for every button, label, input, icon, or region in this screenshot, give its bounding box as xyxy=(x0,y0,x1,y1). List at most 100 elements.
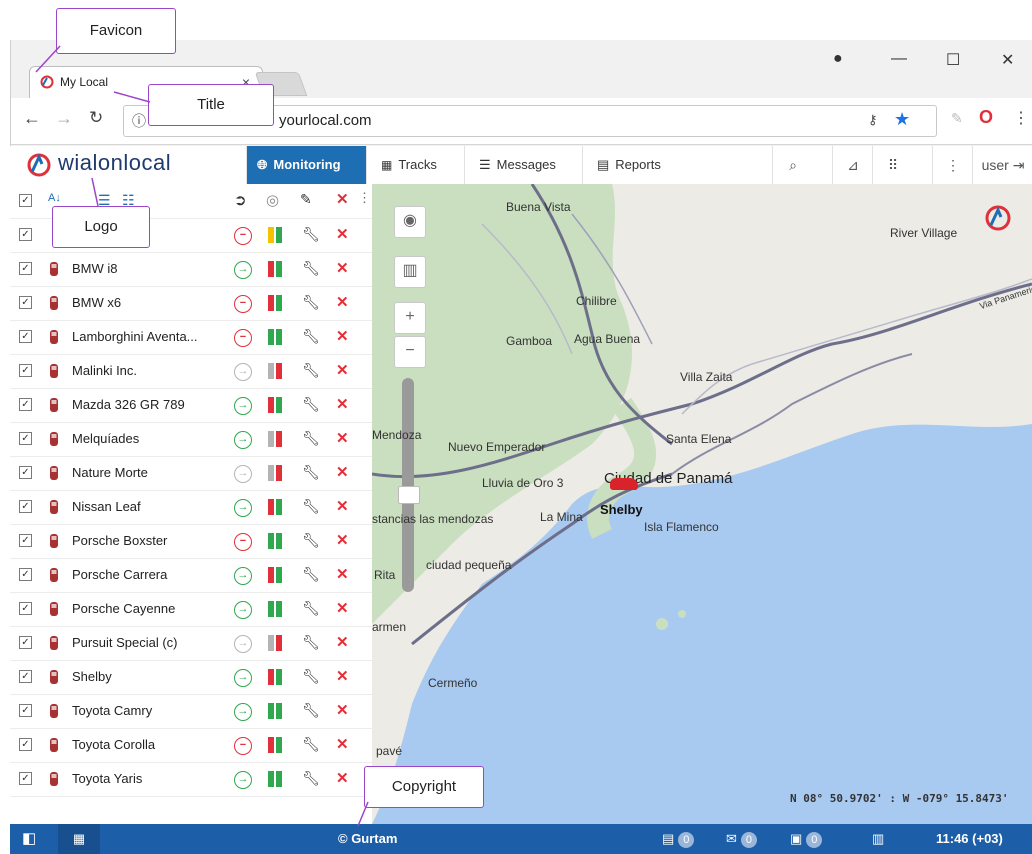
row-checkbox[interactable]: ✓ xyxy=(19,738,32,751)
table-row[interactable]: ✓ Nature Morte → 🔧︎ ✕ xyxy=(10,456,372,491)
profile-icon[interactable]: ● xyxy=(833,50,843,68)
wrench-icon[interactable]: 🔧︎ xyxy=(302,362,320,379)
layout-icon[interactable]: ▥ xyxy=(872,824,884,854)
delete-icon[interactable]: ✕ xyxy=(336,361,349,379)
delete-icon[interactable]: ✕ xyxy=(336,327,349,345)
apps-grid-icon[interactable]: ⠿ xyxy=(872,146,913,184)
wrench-icon[interactable]: 🔧︎ xyxy=(302,226,320,243)
table-row[interactable]: ✓ Toyota Corolla − 🔧︎ ✕ xyxy=(10,728,372,763)
panel-menu-icon[interactable]: ⋮ xyxy=(358,190,371,206)
table-row[interactable]: ✓ Mazda 326 GR 789 → 🔧︎ ✕ xyxy=(10,388,372,423)
logo[interactable]: wialonlocal xyxy=(16,150,241,180)
more-icon[interactable]: ⋮ xyxy=(932,146,973,184)
opera-icon[interactable]: O xyxy=(979,107,993,128)
zoom-out-button[interactable]: − xyxy=(394,336,426,368)
delete-icon[interactable]: ✕ xyxy=(336,497,349,515)
row-checkbox[interactable]: ✓ xyxy=(19,330,32,343)
wrench-icon[interactable]: 🔧︎ xyxy=(302,294,320,311)
table-row[interactable]: ✓ Porsche Cayenne → 🔧︎ ✕ xyxy=(10,592,372,627)
wrench-icon[interactable]: 🔧︎ xyxy=(302,498,320,515)
table-row[interactable]: ✓ Nissan Leaf → 🔧︎ ✕ xyxy=(10,490,372,525)
info-icon[interactable]: ⓘ xyxy=(132,111,146,131)
table-row[interactable]: ✓ Toyota Camry → 🔧︎ ✕ xyxy=(10,694,372,729)
user-menu[interactable]: user ⇥ xyxy=(972,146,1032,184)
table-row[interactable]: ✓ BMW x6 − 🔧︎ ✕ xyxy=(10,286,372,321)
delete-icon[interactable]: ✕ xyxy=(336,225,349,243)
row-checkbox[interactable]: ✓ xyxy=(19,398,32,411)
car-marker-icon[interactable] xyxy=(610,478,638,490)
search-icon[interactable]: ⌕ xyxy=(772,146,813,184)
wrench-icon[interactable]: 🔧︎ xyxy=(302,634,320,651)
forward-icon[interactable]: → xyxy=(55,108,73,129)
minimize-button[interactable]: — xyxy=(891,50,907,68)
delete-icon[interactable]: ✕ xyxy=(336,769,349,787)
delete-icon[interactable]: ✕ xyxy=(336,735,349,753)
delete-icon[interactable]: ✕ xyxy=(336,565,349,583)
tab-tracks[interactable]: ▦ Tracks xyxy=(366,146,465,184)
row-checkbox[interactable]: ✓ xyxy=(19,772,32,785)
tab-reports[interactable]: ▤ Reports xyxy=(582,146,773,184)
delete-icon[interactable]: ✕ xyxy=(336,701,349,719)
row-checkbox[interactable]: ✓ xyxy=(19,704,32,717)
delete-icon[interactable]: ✕ xyxy=(336,259,349,277)
wrench-icon[interactable]: 🔧︎ xyxy=(302,600,320,617)
zoom-slider-handle[interactable] xyxy=(398,486,420,504)
delete-icon[interactable]: ✕ xyxy=(336,633,349,651)
row-checkbox[interactable]: ✓ xyxy=(19,228,32,241)
delete-icon[interactable]: ✕ xyxy=(336,599,349,617)
wrench-icon[interactable]: 🔧︎ xyxy=(302,260,320,277)
wrench-icon[interactable]: 🔧︎ xyxy=(302,566,320,583)
row-checkbox[interactable]: ✓ xyxy=(19,466,32,479)
table-row[interactable]: ✓ Melquíades → 🔧︎ ✕ xyxy=(10,422,372,457)
delete-icon[interactable]: ✕ xyxy=(336,429,349,447)
sort-icon[interactable]: A↓ xyxy=(48,192,61,204)
grid-view-icon[interactable]: ▦ xyxy=(58,824,100,854)
map[interactable]: ◉ ▥ + − Buena Vista River Village Chilib… xyxy=(372,184,1032,824)
wrench-icon[interactable]: 🔧︎ xyxy=(302,736,320,753)
wrench-icon[interactable]: 🔧︎ xyxy=(302,770,320,787)
table-row[interactable]: ✓ Porsche Carrera → 🔧︎ ✕ xyxy=(10,558,372,593)
table-row[interactable]: ✓ Porsche Boxster − 🔧︎ ✕ xyxy=(10,524,372,559)
table-row[interactable]: ✓ BMW i8 → 🔧︎ ✕ xyxy=(10,252,372,287)
row-checkbox[interactable]: ✓ xyxy=(19,568,32,581)
back-icon[interactable]: ← xyxy=(23,108,41,129)
table-row[interactable]: ✓ Toyota Yaris → 🔧︎ ✕ xyxy=(10,762,372,797)
row-checkbox[interactable]: ✓ xyxy=(19,602,32,615)
measure-icon[interactable]: ⊿ xyxy=(832,146,873,184)
row-checkbox[interactable]: ✓ xyxy=(19,262,32,275)
delete-icon[interactable]: ✕ xyxy=(336,531,349,549)
row-checkbox[interactable]: ✓ xyxy=(19,296,32,309)
table-row[interactable]: ✓ Malinki Inc. → 🔧︎ ✕ xyxy=(10,354,372,389)
row-checkbox[interactable]: ✓ xyxy=(19,364,32,377)
reload-icon[interactable]: ↻ xyxy=(89,108,103,128)
zoom-in-button[interactable]: + xyxy=(394,302,426,334)
close-window-button[interactable]: ✕ xyxy=(1001,50,1014,70)
wrench-icon[interactable]: 🔧︎ xyxy=(302,396,320,413)
delete-icon[interactable]: ✕ xyxy=(336,293,349,311)
messages-counter[interactable]: ✉ 0 xyxy=(726,824,757,854)
commands-icon[interactable]: ✎ xyxy=(300,191,312,208)
wrench-icon[interactable]: 🔧︎ xyxy=(302,430,320,447)
wrench-icon[interactable]: 🔧︎ xyxy=(302,464,320,481)
table-row[interactable]: ✓ Shelby → 🔧︎ ✕ xyxy=(10,660,372,695)
delete-icon[interactable]: ✕ xyxy=(336,463,349,481)
delete-icon[interactable]: ✕ xyxy=(336,667,349,685)
events-counter[interactable]: ▤ 0 xyxy=(662,824,695,854)
wrench-icon[interactable]: 🔧︎ xyxy=(302,668,320,685)
zoom-slider-track[interactable] xyxy=(402,378,414,592)
tab-messages[interactable]: ☰ Messages xyxy=(464,146,583,184)
visibility-button[interactable]: ◉ xyxy=(394,206,426,238)
key-icon[interactable]: ⚷ xyxy=(868,112,878,128)
browser-menu-icon[interactable]: ⋮ xyxy=(1013,108,1029,128)
delete-icon[interactable]: ✕ xyxy=(336,395,349,413)
row-checkbox[interactable]: ✓ xyxy=(19,500,32,513)
extension-icon[interactable]: ✎ xyxy=(951,110,963,127)
row-checkbox[interactable]: ✓ xyxy=(19,534,32,547)
video-counter[interactable]: ▣ 0 xyxy=(790,824,823,854)
panel-toggle-icon[interactable]: ◧ xyxy=(22,824,36,854)
wrench-icon[interactable]: 🔧︎ xyxy=(302,532,320,549)
delete-all-icon[interactable]: ✕ xyxy=(336,190,349,208)
bookmark-star-icon[interactable]: ★ xyxy=(894,109,910,130)
tab-monitoring[interactable]: 🌐︎ Monitoring xyxy=(246,146,367,184)
row-checkbox[interactable]: ✓ xyxy=(19,432,32,445)
